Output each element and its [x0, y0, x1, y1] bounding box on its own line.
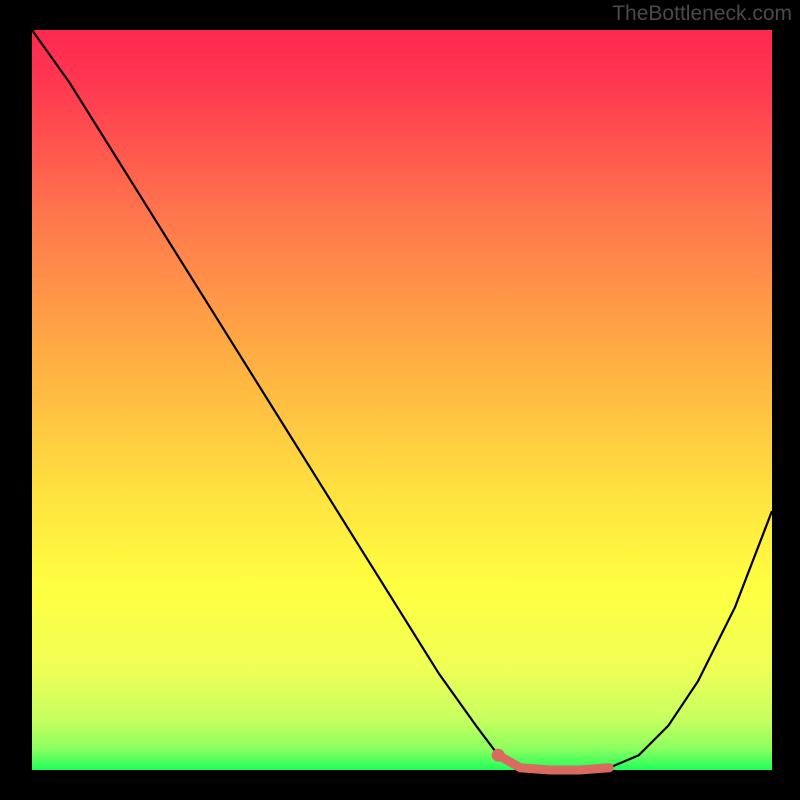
chart-svg: [0, 0, 800, 800]
bottleneck-chart: [0, 0, 800, 800]
attribution-text: TheBottleneck.com: [612, 2, 792, 26]
plot-area: [32, 30, 772, 770]
